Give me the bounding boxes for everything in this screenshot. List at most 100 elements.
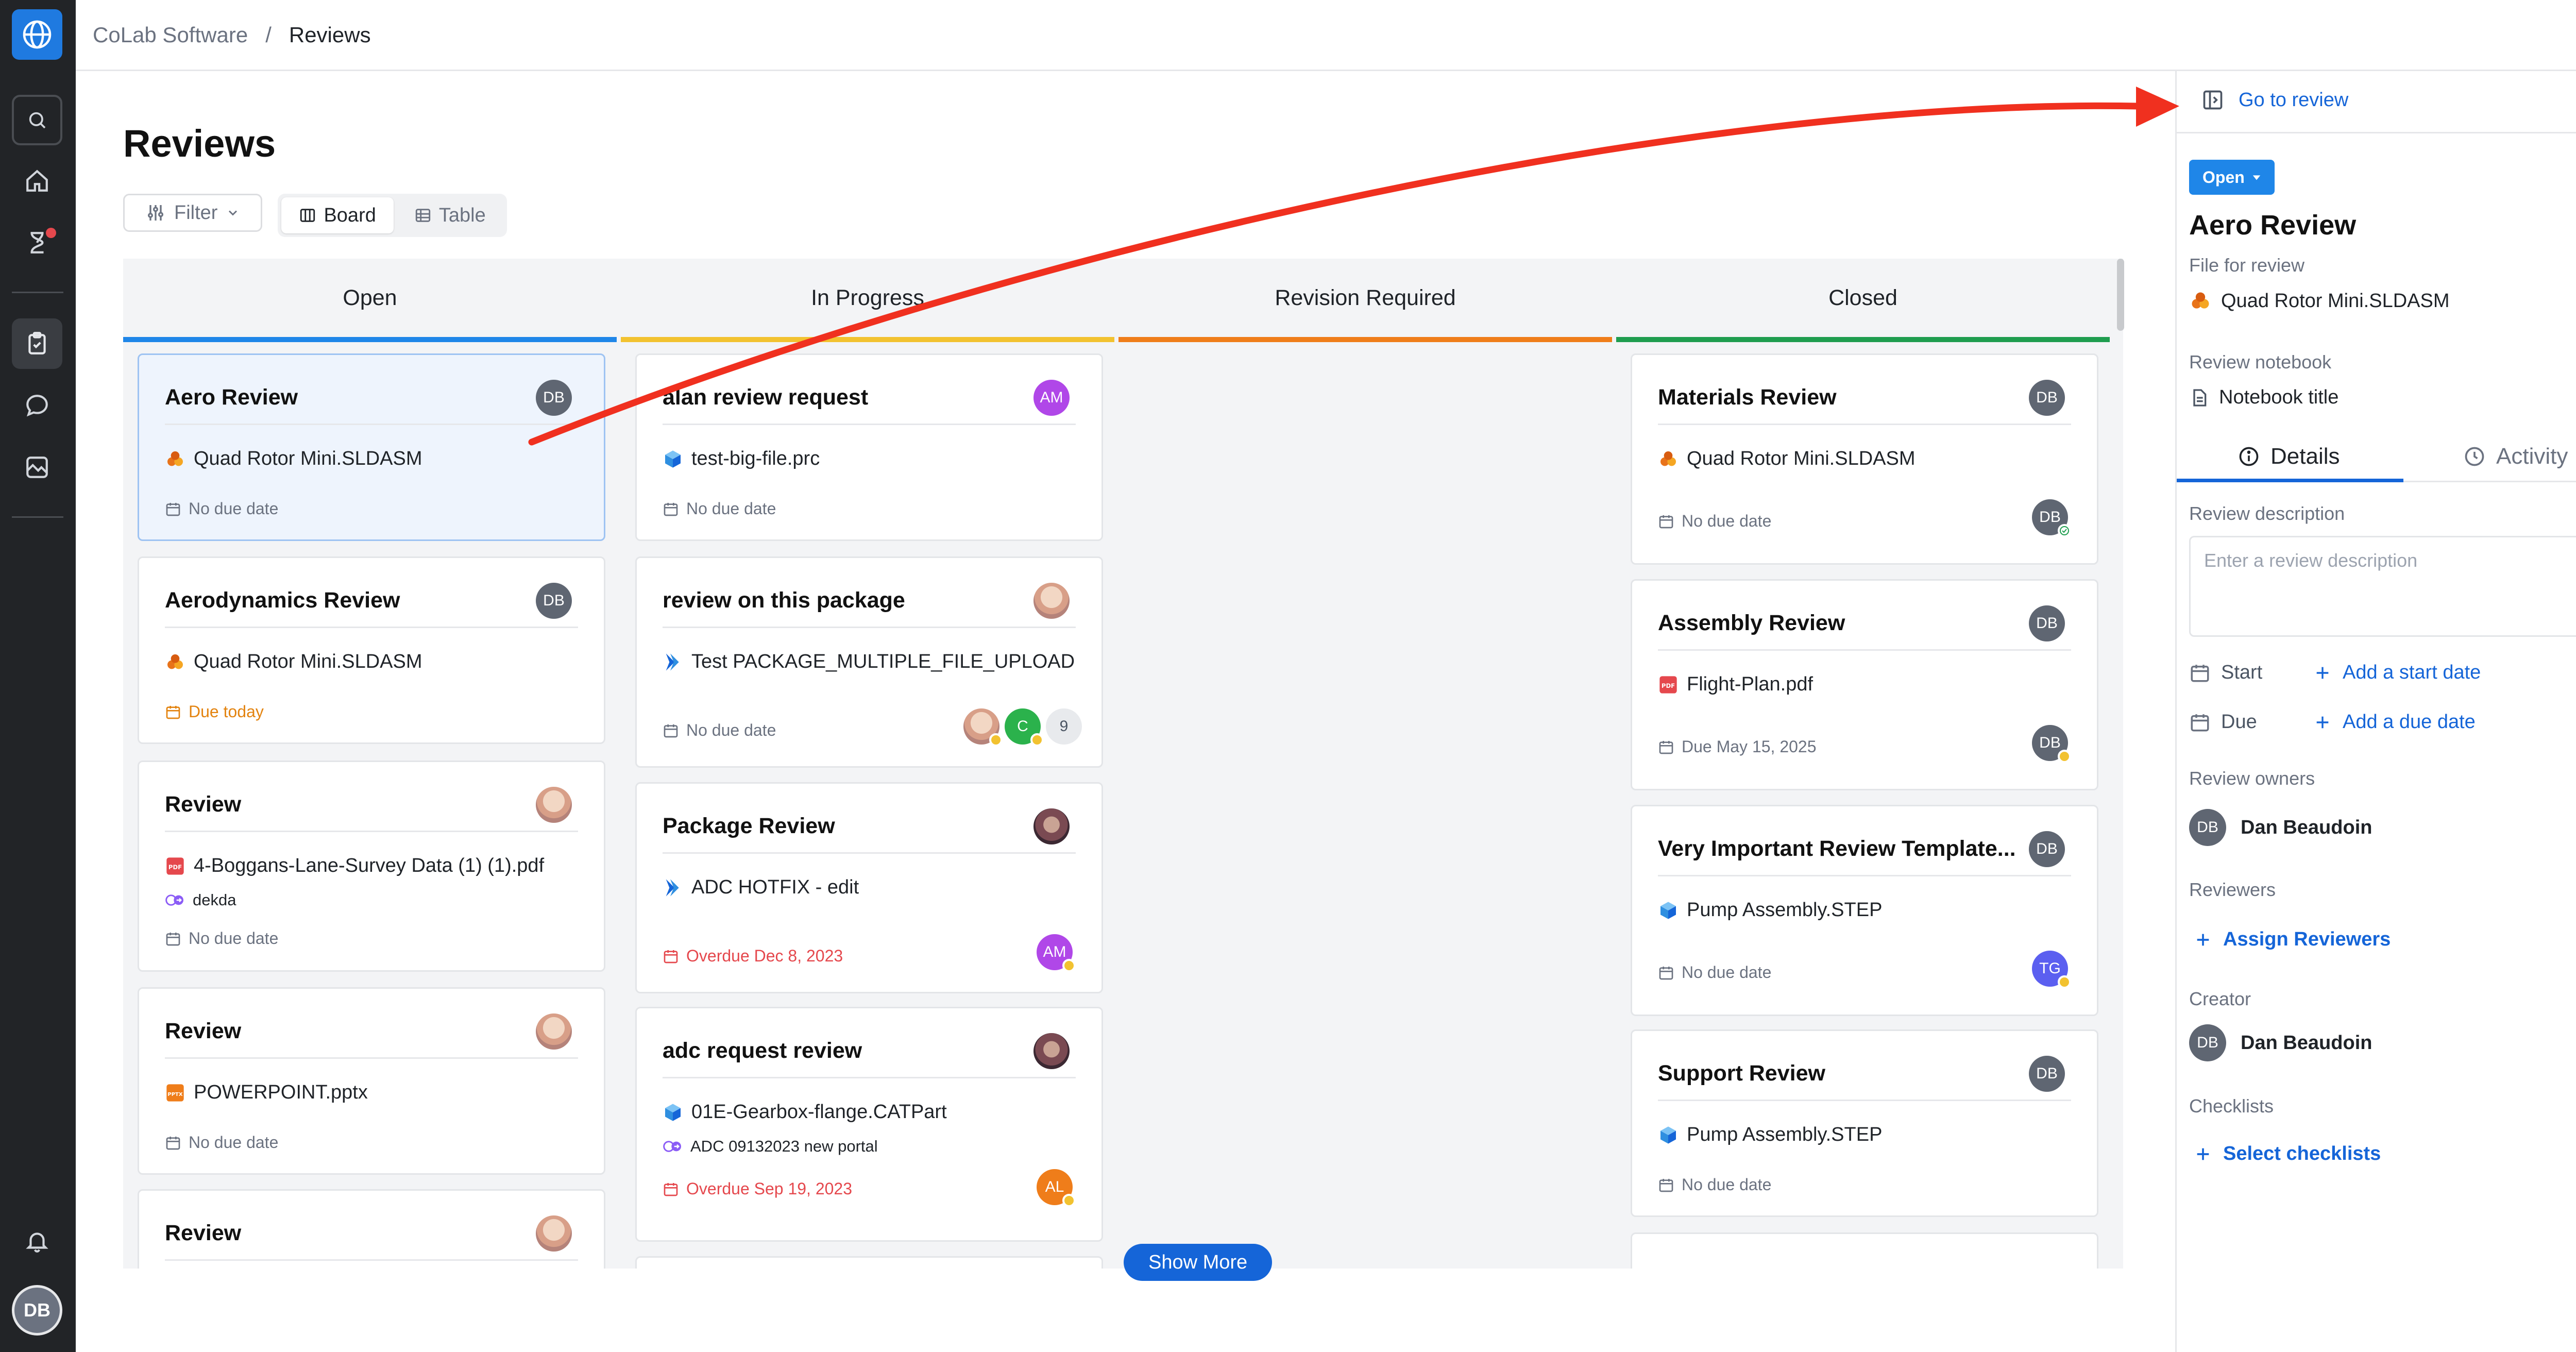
review-description-input[interactable]: Enter a review description bbox=[2189, 536, 2576, 637]
reviewer-avatar-photo bbox=[963, 708, 1003, 747]
panel-divider bbox=[2177, 132, 2576, 133]
tab-activity[interactable]: Activity bbox=[2463, 431, 2568, 482]
reviewer-initials: AL bbox=[1045, 1178, 1064, 1195]
column-color-bar bbox=[1616, 337, 2110, 342]
review-card[interactable]: Aerodynamics Review DB Quad Rotor Mini.S… bbox=[138, 556, 605, 744]
file-name: Test PACKAGE_MULTIPLE_FILE_UPLOAD bbox=[691, 651, 1075, 672]
due-label: Due bbox=[2221, 711, 2257, 733]
file-name: Pump Assembly.STEP bbox=[1687, 1124, 1883, 1145]
3d-cube-file-icon bbox=[1658, 1125, 1679, 1145]
chat-bubble-icon[interactable] bbox=[12, 380, 62, 431]
file-name: 01E-Gearbox-flange.CATPart bbox=[691, 1101, 947, 1123]
rail-divider bbox=[12, 516, 63, 518]
review-card[interactable]: adc request review 01E-Gearbox-flange.CA… bbox=[635, 1007, 1103, 1242]
owner-avatar: AM bbox=[1033, 380, 1070, 416]
due-date-text: No due date bbox=[686, 721, 776, 739]
table-grid-icon bbox=[415, 209, 431, 222]
reviewer-warning-badge bbox=[1062, 1194, 1076, 1207]
3d-cube-file-icon bbox=[663, 1102, 683, 1123]
calendar-icon bbox=[166, 932, 180, 945]
card-title: Review bbox=[165, 1221, 242, 1245]
due-date-text: Due today bbox=[189, 702, 264, 721]
review-card[interactable]: Review PPTX POWERPOINT.pptx No due date bbox=[138, 987, 605, 1175]
board-scrollbar[interactable] bbox=[2117, 259, 2124, 331]
bell-icon[interactable] bbox=[12, 1216, 62, 1266]
card-title: Aero Review bbox=[165, 385, 298, 410]
review-card[interactable]: alan review request AM test-big-file.prc… bbox=[635, 353, 1103, 541]
add-due-date-button[interactable]: Add a due date bbox=[2314, 711, 2476, 733]
main-content: Reviews Filter Board Table Open Aero Rev… bbox=[76, 71, 2175, 1352]
card-title: Review bbox=[165, 792, 242, 817]
card-divider bbox=[663, 852, 1076, 854]
review-card[interactable]: Assembly Review DB PDF Flight-Plan.pdf D… bbox=[1631, 579, 2098, 790]
home-icon[interactable] bbox=[12, 156, 62, 206]
go-to-review-link[interactable]: Go to review bbox=[2201, 89, 2348, 111]
tab-details-label: Details bbox=[2270, 444, 2340, 469]
search-icon[interactable] bbox=[12, 95, 62, 145]
reviewer-initials: DB bbox=[2039, 734, 2061, 751]
calendar-icon bbox=[166, 705, 180, 719]
review-card[interactable]: Package Review ADC HOTFIX - edit Overdue… bbox=[635, 782, 1103, 993]
card-title: Review bbox=[165, 1019, 242, 1043]
review-card[interactable]: Very Important Review Template... DB Pum… bbox=[1631, 805, 2098, 1016]
3d-cube-file-icon bbox=[663, 449, 683, 469]
due-date-text: No due date bbox=[189, 929, 279, 948]
table-view-tab[interactable]: Table bbox=[397, 197, 503, 233]
due-date-text: No due date bbox=[686, 499, 776, 518]
assign-reviewers-button[interactable]: Assign Reviewers bbox=[2194, 928, 2391, 951]
card-divider bbox=[165, 627, 578, 628]
card-tag: ADC 09132023 new portal bbox=[663, 1137, 878, 1156]
card-divider bbox=[1658, 875, 2071, 876]
calendar-icon bbox=[2191, 714, 2209, 731]
reviewer-initials: C bbox=[1017, 718, 1028, 735]
board-view-tab[interactable]: Board bbox=[281, 197, 394, 233]
filter-button[interactable]: Filter bbox=[123, 194, 263, 232]
user-avatar[interactable]: DB bbox=[12, 1285, 62, 1336]
breadcrumb-org[interactable]: CoLab Software bbox=[93, 23, 248, 47]
hourglass-icon[interactable] bbox=[12, 217, 62, 268]
board-label: Board bbox=[324, 204, 376, 226]
owner-avatar: DB bbox=[2029, 831, 2065, 867]
owner-avatar-photo bbox=[1033, 1033, 1070, 1069]
due-date-text: Overdue Sep 19, 2023 bbox=[686, 1179, 853, 1198]
file-for-review-link[interactable]: Quad Rotor Mini.SLDASM bbox=[2189, 290, 2450, 312]
creator-person[interactable]: DB Dan Beaudoin bbox=[2189, 1024, 2372, 1061]
creator-avatar: DB bbox=[2189, 1024, 2226, 1061]
select-checklists-button[interactable]: Select checklists bbox=[2194, 1143, 2381, 1165]
reviewer-status-badge bbox=[2058, 975, 2071, 989]
review-card[interactable]: Review PDF 4-Boggans-Lane-Survey Data (1… bbox=[138, 760, 605, 972]
column-revision-required: Revision Required bbox=[1118, 259, 1612, 1269]
due-date: Overdue Sep 19, 2023 bbox=[663, 1179, 852, 1198]
show-more-button[interactable]: Show More bbox=[1124, 1244, 1273, 1281]
reviews-clipboard-icon[interactable] bbox=[12, 318, 62, 369]
column-header: In Progress bbox=[621, 259, 1114, 337]
pptx-file-icon: PPTX bbox=[165, 1083, 185, 1103]
image-gallery-icon[interactable] bbox=[12, 442, 62, 493]
due-date-text: No due date bbox=[189, 1133, 279, 1152]
tab-details[interactable]: Details bbox=[2238, 431, 2340, 482]
due-date: No due date bbox=[165, 1133, 278, 1152]
review-card[interactable]: Aero Review DB Quad Rotor Mini.SLDASM No… bbox=[138, 353, 605, 541]
owner-person[interactable]: DB Dan Beaudoin bbox=[2189, 809, 2372, 846]
review-card[interactable]: Review bbox=[138, 1189, 605, 1269]
calendar-icon bbox=[2191, 664, 2209, 682]
card-title: Package Review bbox=[663, 814, 835, 838]
plus-icon bbox=[2316, 667, 2329, 679]
review-card[interactable] bbox=[1631, 1232, 2098, 1269]
card-file: Pump Assembly.STEP bbox=[1658, 1124, 1882, 1146]
colab-logo-globe-icon[interactable] bbox=[12, 9, 62, 60]
card-divider bbox=[1658, 1100, 2071, 1101]
review-card[interactable]: review on this package Test PACKAGE_MULT… bbox=[635, 556, 1103, 768]
review-card[interactable]: Support Review DB Pump Assembly.STEP No … bbox=[1631, 1029, 2098, 1217]
file-name: 4-Boggans-Lane-Survey Data (1) (1).pdf bbox=[194, 855, 545, 876]
file-name: Quad Rotor Mini.SLDASM bbox=[194, 448, 422, 469]
status-dropdown[interactable]: Open bbox=[2189, 160, 2275, 195]
review-card[interactable] bbox=[635, 1256, 1103, 1269]
card-file: Quad Rotor Mini.SLDASM bbox=[165, 651, 422, 673]
add-start-date-button[interactable]: Add a start date bbox=[2314, 662, 2481, 684]
review-card[interactable]: Materials Review DB Quad Rotor Mini.SLDA… bbox=[1631, 353, 2098, 565]
notification-dot bbox=[46, 228, 56, 238]
notebook-link[interactable]: Notebook title bbox=[2189, 386, 2338, 409]
owner-avatar-photo bbox=[536, 1215, 572, 1252]
solidworks-assembly-icon bbox=[1658, 449, 1679, 469]
